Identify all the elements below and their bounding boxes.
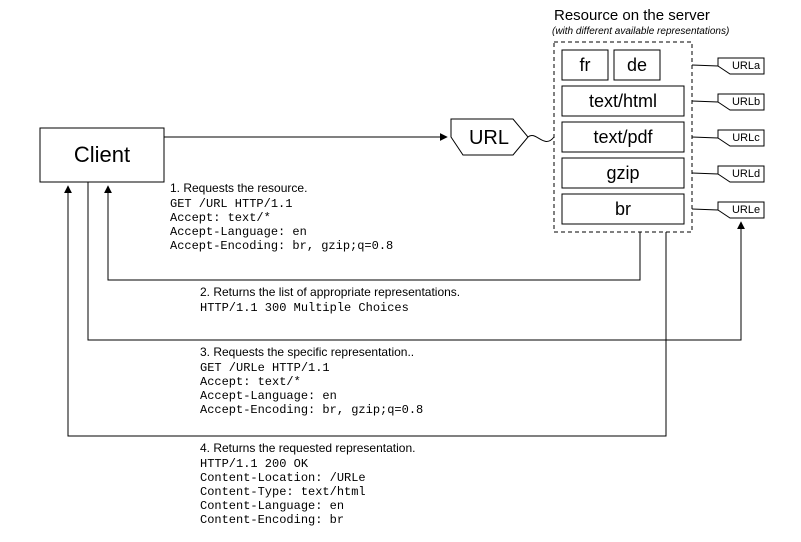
- diagram-canvas: Resource on the server (with different a…: [0, 0, 801, 542]
- rep-br-label: br: [615, 199, 631, 219]
- step1-l2: Accept: text/*: [170, 211, 271, 225]
- url-tag-a: URLa: [692, 58, 764, 74]
- step4-l5: Content-Encoding: br: [200, 513, 344, 527]
- url-tag-d-label: URLd: [732, 168, 760, 180]
- step1-l1: GET /URL HTTP/1.1: [170, 197, 292, 211]
- step3-l4: Accept-Encoding: br, gzip;q=0.8: [200, 403, 423, 417]
- step3-heading: 3. Requests the specific representation.…: [200, 345, 414, 359]
- url-tag-b-label: URLb: [732, 96, 760, 108]
- step3-l2: Accept: text/*: [200, 375, 301, 389]
- step2-heading: 2. Returns the list of appropriate repre…: [200, 285, 460, 299]
- step2-l1: HTTP/1.1 300 Multiple Choices: [200, 301, 409, 315]
- url-tag-b: URLb: [692, 94, 764, 110]
- rep-de-label: de: [627, 55, 647, 75]
- step3-l1: GET /URLe HTTP/1.1: [200, 361, 330, 375]
- url-tag-e: URLe: [692, 202, 764, 218]
- url-tag-e-label: URLe: [732, 204, 760, 216]
- step4-l3: Content-Type: text/html: [200, 485, 366, 499]
- step4-l2: Content-Location: /URLe: [200, 471, 366, 485]
- url-tag-c-label: URLc: [732, 132, 760, 144]
- step3-l3: Accept-Language: en: [200, 389, 337, 403]
- rep-gzip-label: gzip: [606, 163, 639, 183]
- step4-heading: 4. Returns the requested representation.: [200, 441, 415, 455]
- step1-heading: 1. Requests the resource.: [170, 181, 307, 195]
- step1-l4: Accept-Encoding: br, gzip;q=0.8: [170, 239, 393, 253]
- rep-pdf-label: text/pdf: [593, 127, 653, 147]
- step4-l4: Content-Language: en: [200, 499, 344, 513]
- step4-l1: HTTP/1.1 200 OK: [200, 457, 309, 471]
- rep-html-label: text/html: [589, 91, 657, 111]
- server-subtitle: (with different available representation…: [552, 26, 729, 37]
- url-tag-d: URLd: [692, 166, 764, 182]
- client-label: Client: [74, 142, 130, 167]
- url-label: URL: [469, 127, 509, 149]
- rep-fr-label: fr: [580, 55, 591, 75]
- step1-l3: Accept-Language: en: [170, 225, 307, 239]
- url-to-server-link: [528, 135, 554, 141]
- server-title: Resource on the server: [554, 7, 710, 24]
- url-tag-a-label: URLa: [732, 60, 761, 72]
- url-tag-c: URLc: [692, 130, 764, 146]
